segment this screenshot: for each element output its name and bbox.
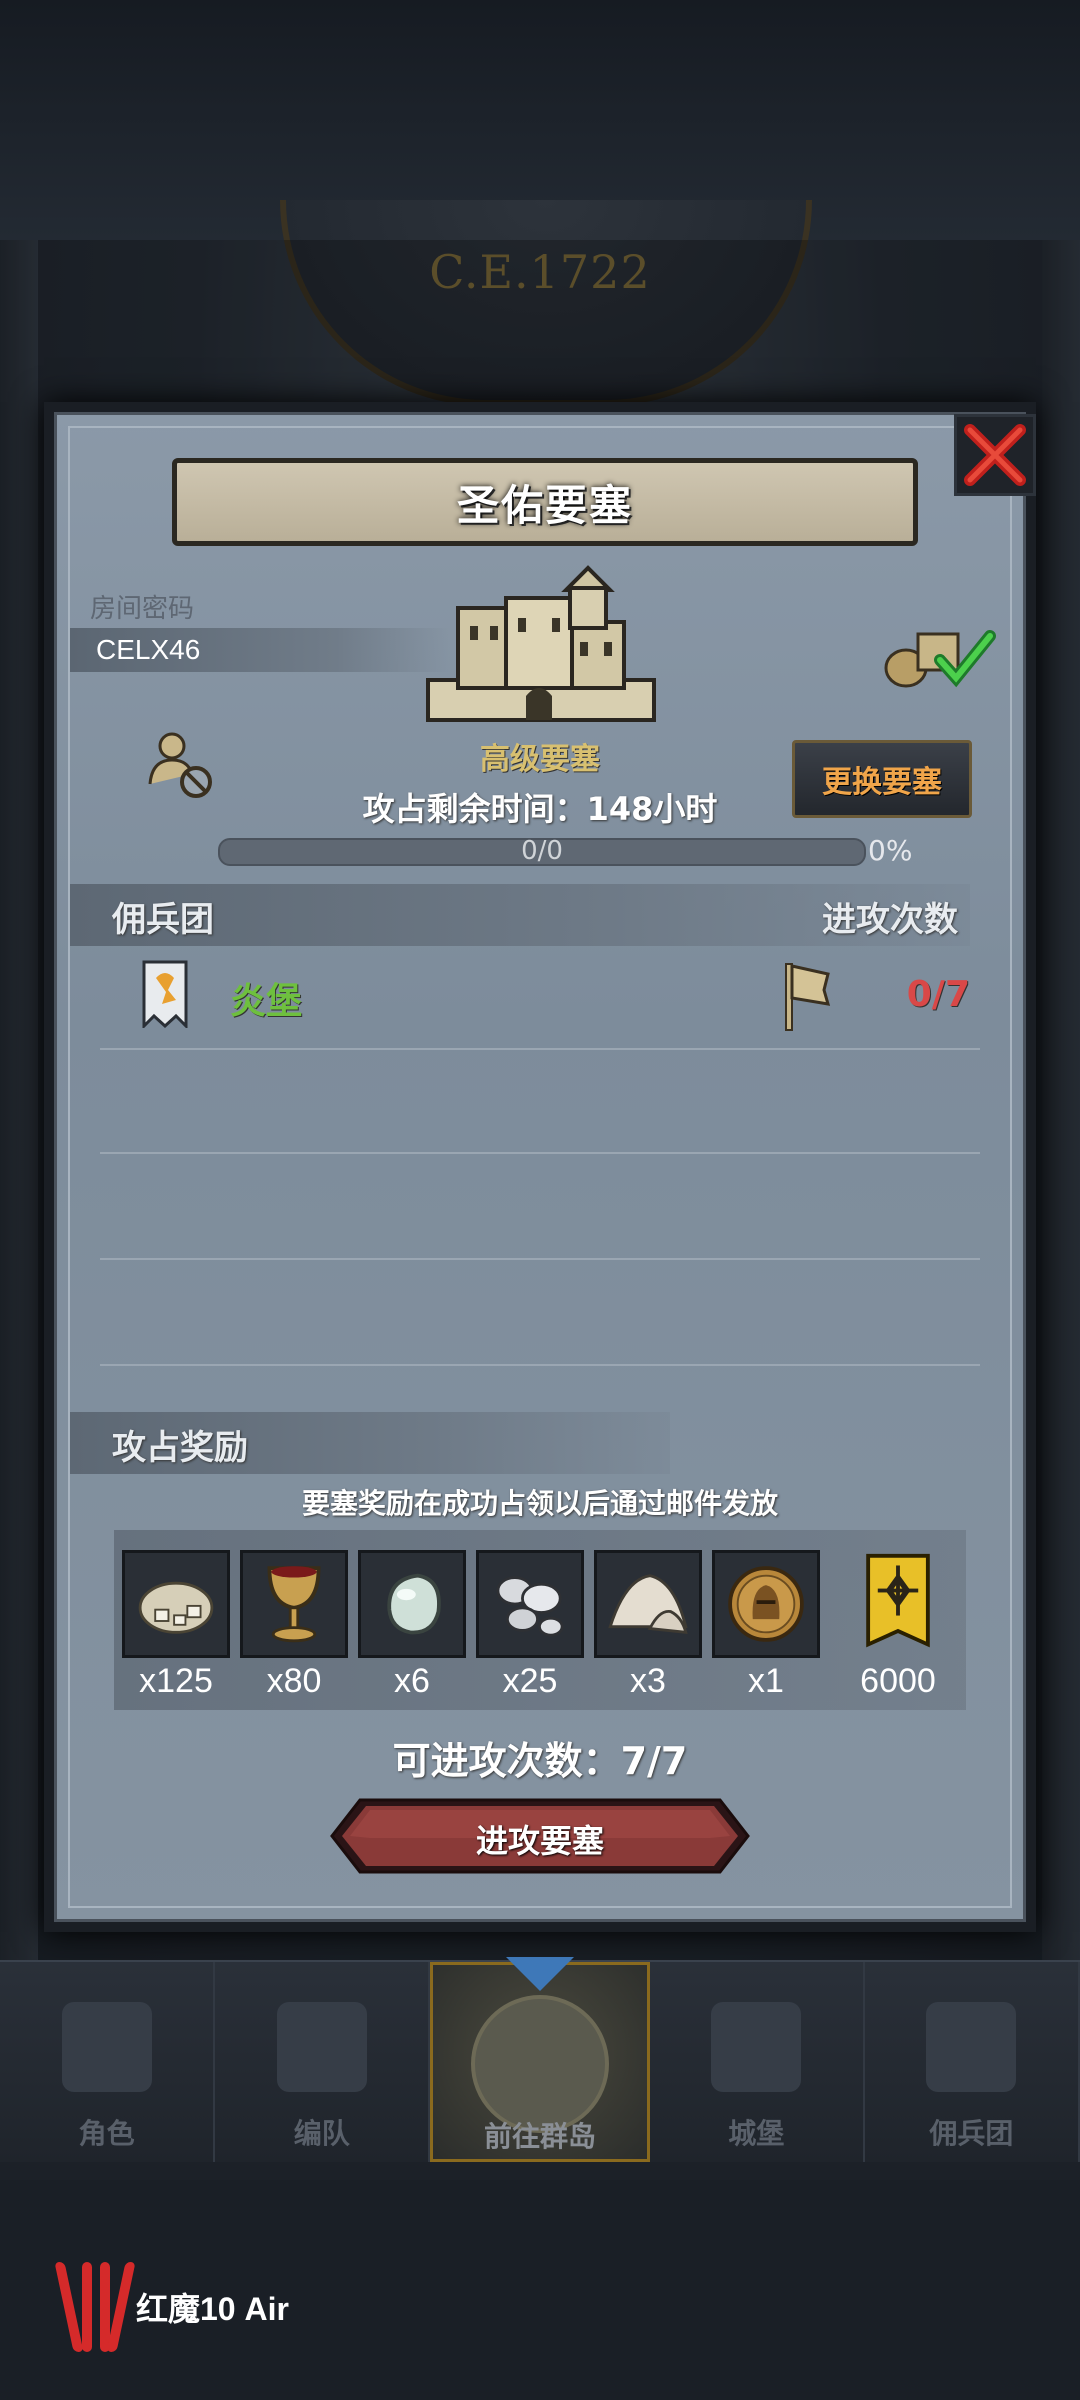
time-remaining: 攻占剩余时间：148小时 bbox=[362, 790, 718, 828]
attack-fortress-label: 进攻要塞 bbox=[475, 1822, 604, 1860]
attack-count-header: 进攻次数 bbox=[822, 900, 958, 940]
rewards-header: 攻占奖励 bbox=[112, 1428, 248, 1468]
row-divider bbox=[100, 1048, 980, 1050]
reward-qty: x80 bbox=[266, 1662, 322, 1700]
reward-qty: x3 bbox=[630, 1662, 666, 1700]
salt-pile-icon bbox=[594, 1550, 702, 1658]
row-divider bbox=[100, 1364, 980, 1366]
reward-qty: 6000 bbox=[860, 1662, 936, 1700]
capture-progress-percent: 0% bbox=[868, 834, 913, 867]
title-banner: 圣佑要塞 bbox=[172, 458, 918, 546]
bottom-nav: 角色 编队 前往群岛 城堡 佣兵团 bbox=[0, 1957, 1080, 2162]
rewards-note: 要塞奖励在成功占领以后通过邮件发放 bbox=[301, 1487, 778, 1520]
gem-icon bbox=[358, 1550, 466, 1658]
mercenary-row[interactable]: 炎堡 0/7 bbox=[70, 950, 970, 1048]
mercenary-name: 炎堡 bbox=[230, 981, 303, 1022]
nav-item-character[interactable]: 角色 bbox=[0, 1962, 216, 2162]
nav-item-mercenary[interactable]: 佣兵团 bbox=[865, 1962, 1080, 2162]
ore-icon bbox=[122, 1550, 230, 1658]
capture-progress-bar: 0/0 bbox=[218, 836, 866, 866]
fortress-castle-icon bbox=[426, 565, 656, 722]
room-code-label: 房间密码 bbox=[90, 594, 195, 624]
formation-icon bbox=[276, 2002, 367, 2092]
nav-label: 前往群岛 bbox=[484, 2120, 597, 2153]
reward-item[interactable]: x80 bbox=[240, 1550, 348, 1701]
dialog-title: 圣佑要塞 bbox=[456, 480, 633, 530]
attack-flag-icon bbox=[785, 963, 831, 1031]
reward-item[interactable]: x3 bbox=[594, 1550, 702, 1701]
knight-medal-icon bbox=[712, 1550, 820, 1658]
chevron-down-icon bbox=[506, 1957, 574, 1991]
nav-label: 佣兵团 bbox=[929, 2117, 1014, 2150]
close-button[interactable] bbox=[954, 414, 1036, 496]
attack-fortress-button[interactable]: 进攻要塞 bbox=[330, 1798, 750, 1874]
device-brand-text: 红魔10 Air bbox=[136, 2291, 289, 2327]
reward-item[interactable]: x25 bbox=[476, 1550, 584, 1701]
nav-item-islands[interactable]: 前往群岛 bbox=[430, 1957, 650, 2162]
reward-qty: x125 bbox=[139, 1662, 213, 1700]
supply-bag-check-icon[interactable] bbox=[876, 620, 998, 690]
honor-banner-icon bbox=[844, 1550, 952, 1658]
reward-qty: x6 bbox=[394, 1662, 430, 1700]
reward-item[interactable]: x125 bbox=[122, 1550, 230, 1701]
globe-icon bbox=[471, 1995, 609, 2133]
castle-icon bbox=[711, 2002, 802, 2092]
guild-banner-icon bbox=[142, 960, 188, 1028]
device-brand: 红魔10 Air bbox=[54, 2262, 289, 2352]
mercenary-header: 佣兵团 bbox=[112, 900, 214, 940]
reward-item[interactable]: x6 bbox=[358, 1550, 466, 1701]
room-code-value: CELX46 bbox=[96, 634, 201, 665]
row-divider bbox=[100, 1152, 980, 1154]
row-divider bbox=[100, 1258, 980, 1260]
red-magic-logo-icon bbox=[54, 2262, 136, 2352]
character-icon bbox=[61, 2002, 152, 2092]
attacks-available: 可进攻次数：7/7 bbox=[392, 1739, 688, 1783]
nav-item-formation[interactable]: 编队 bbox=[215, 1962, 431, 2162]
reward-item[interactable]: 6000 bbox=[844, 1550, 952, 1701]
goblet-icon bbox=[240, 1550, 348, 1658]
reward-qty: x25 bbox=[502, 1662, 558, 1700]
reward-qty: x1 bbox=[748, 1662, 784, 1700]
nav-label: 角色 bbox=[78, 2117, 135, 2150]
nav-label: 城堡 bbox=[728, 2117, 785, 2150]
nav-item-castle[interactable]: 城堡 bbox=[650, 1962, 865, 2162]
silver-ingots-icon bbox=[476, 1550, 584, 1658]
mercenary-icon bbox=[926, 2002, 1017, 2092]
mercenary-attack-count: 0/7 bbox=[906, 974, 970, 1015]
close-icon bbox=[964, 424, 1026, 486]
reward-item[interactable]: x1 bbox=[712, 1550, 820, 1701]
nav-label: 编队 bbox=[293, 2117, 350, 2150]
capture-progress-text: 0/0 bbox=[521, 836, 563, 866]
